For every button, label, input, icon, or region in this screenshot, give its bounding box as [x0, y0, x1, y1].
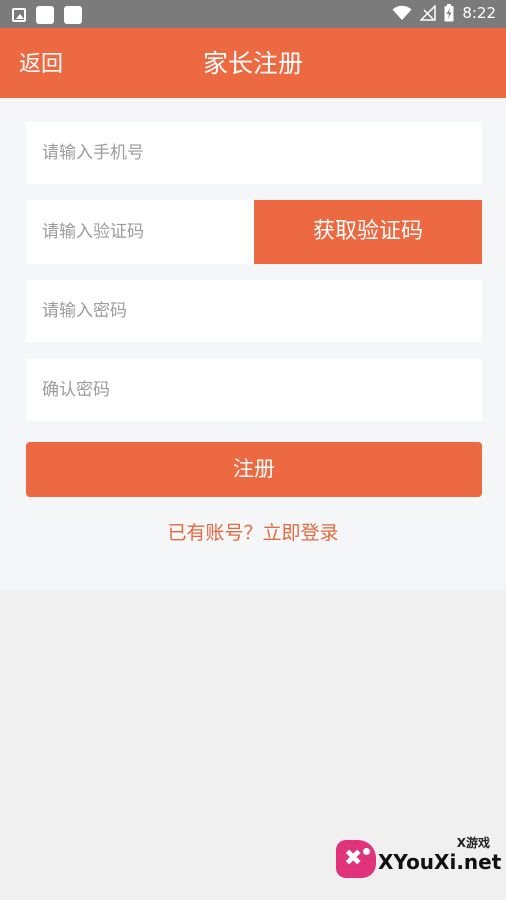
watermark: ✖ X游戏 XYouXi.net	[336, 834, 501, 886]
notification-square-icon	[64, 6, 82, 24]
confirm-password-input[interactable]	[26, 359, 482, 421]
get-code-button[interactable]: 获取验证码	[254, 200, 482, 264]
page-title: 家长注册	[202, 49, 303, 78]
status-bar: 8:22	[0, 0, 506, 28]
gamepad-logo-icon: ✖	[336, 840, 376, 878]
notification-square-icon	[36, 6, 54, 24]
image-icon	[12, 8, 26, 22]
register-button[interactable]: 注册	[26, 442, 482, 497]
password-input[interactable]	[26, 280, 482, 342]
signal-icon	[420, 5, 437, 21]
watermark-main-text: XYouXi.net	[378, 850, 502, 874]
registration-form: 获取验证码 注册 已有账号？立即登录	[0, 98, 506, 590]
wifi-icon	[392, 5, 412, 20]
status-bar-system: 8:22	[392, 4, 496, 22]
battery-icon	[444, 4, 454, 22]
watermark-top-text: X游戏	[456, 836, 490, 850]
phone-input[interactable]	[26, 122, 482, 184]
status-bar-notifications	[12, 6, 82, 24]
verification-code-input[interactable]	[26, 200, 254, 264]
login-link[interactable]: 已有账号？立即登录	[0, 518, 506, 545]
status-bar-time: 8:22	[462, 4, 496, 22]
app-header: 返回 家长注册	[0, 28, 506, 98]
